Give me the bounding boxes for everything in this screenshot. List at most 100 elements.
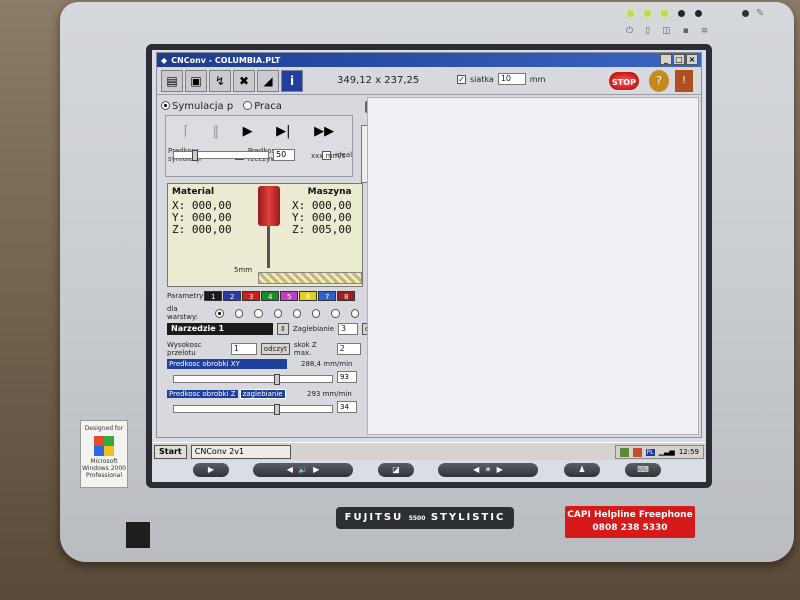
window-title: CNConv - COLUMBIA.PLT <box>171 55 281 65</box>
height-label: Wysokosc przelotu <box>167 341 202 357</box>
height-input[interactable]: 1 <box>230 343 257 355</box>
z-speed-thumb[interactable] <box>274 404 280 415</box>
stop-button[interactable]: STOP <box>607 70 641 92</box>
speed-value-input[interactable]: 50 <box>273 149 295 161</box>
step-icon[interactable]: ▶| <box>276 124 290 139</box>
grid-checkbox[interactable]: ✓ <box>457 74 466 84</box>
xy-speed-thumb[interactable] <box>274 374 280 385</box>
xy-speed-slider[interactable] <box>173 374 333 385</box>
layer-radio-4[interactable] <box>273 308 282 318</box>
language-indicator[interactable]: PL <box>645 448 655 456</box>
parameter-layer-8[interactable]: 8 <box>337 291 356 301</box>
badge-line4: Professional <box>85 472 123 479</box>
plunge-label: Zaglebianie <box>292 325 335 333</box>
start-label: Start <box>159 446 182 456</box>
xy-speed-input[interactable]: 93 <box>337 371 357 383</box>
machine-z: Z: 005,00 <box>292 223 352 236</box>
play-icon[interactable]: ▶ <box>243 124 253 139</box>
machine-readout: Maszyna X: 000,00 Y: 000,00 Z: 005,00 <box>292 186 352 236</box>
pen-slot <box>126 522 150 548</box>
rewind-icon[interactable]: ⌈ <box>184 124 189 139</box>
cnconv-window: ◆ CNConv - COLUMBIA.PLT _ □ × ▤ ▣ ↯ ✖ ◢ … <box>156 52 702 438</box>
zstep-input[interactable]: 2 <box>336 343 361 355</box>
tool-select[interactable]: Narzedzie 1 <box>167 323 273 335</box>
window-titlebar[interactable]: ◆ CNConv - COLUMBIA.PLT _ □ × <box>157 53 701 67</box>
minimize-button[interactable]: _ <box>660 54 672 65</box>
z-speed-input[interactable]: 34 <box>337 401 357 413</box>
layer-radio-6[interactable] <box>312 308 321 318</box>
parameter-layer-3[interactable]: 3 <box>242 291 261 301</box>
tool-spin-button[interactable]: ⇕ <box>277 323 289 335</box>
fast-forward-icon[interactable]: ▶▶ <box>314 124 334 139</box>
hw-button-brightness[interactable]: ◀ ☀ ▶ <box>438 463 538 477</box>
speed-slider[interactable] <box>173 150 269 161</box>
xy-speed-rate: 288,4 mm/min <box>301 360 353 368</box>
parameter-layer-4[interactable]: 4 <box>261 291 280 301</box>
material-label: Material <box>172 187 215 197</box>
layer-radio-7[interactable] <box>331 308 340 318</box>
ruler-icon[interactable]: ◢ <box>257 69 279 92</box>
layer-radio-3[interactable] <box>254 308 263 318</box>
parameter-layer-5[interactable]: 5 <box>280 291 299 301</box>
mode-work[interactable]: Praca <box>243 101 282 112</box>
helpline-title: CAPI Helpline Freephone <box>567 510 693 520</box>
read-button[interactable]: odczyt <box>260 343 290 355</box>
hw-button-display[interactable]: ◪ <box>378 463 414 477</box>
network-icon[interactable] <box>619 447 629 457</box>
helpline-number: 0808 238 5330 <box>592 523 668 533</box>
hw-button-volume[interactable]: ◀ 🔉 ▶ <box>253 463 353 477</box>
parameter-layer-2[interactable]: 2 <box>223 291 242 301</box>
mode-simulation[interactable]: Symulacja p <box>161 101 233 112</box>
z-plunge-label: zaglebianie <box>239 389 286 399</box>
z-speed-rate: 293 mm/min <box>307 390 352 398</box>
power-icon: ⏻ <box>626 26 634 36</box>
led-icons: ⏻ ▯ ◫ ▪ ≡ <box>626 26 708 36</box>
close-button[interactable]: × <box>686 54 698 65</box>
exit-button[interactable]: ! <box>675 70 693 92</box>
sensor-icon <box>742 10 749 17</box>
badge-line3: Windows 2000 <box>82 465 126 472</box>
mode-selector: Symulacja p Praca <box>161 99 361 113</box>
maximize-button[interactable]: □ <box>673 54 685 65</box>
layer-radio-8[interactable] <box>350 308 359 318</box>
app-icon: ◆ <box>161 55 168 65</box>
start-button[interactable]: Start <box>154 444 187 459</box>
led-wireless <box>695 10 702 17</box>
workpiece <box>258 272 362 284</box>
tool-tray-icon[interactable] <box>632 447 642 457</box>
parameter-layer-1[interactable]: 1 <box>204 291 223 301</box>
hw-button-user[interactable]: ♟ <box>564 463 600 477</box>
cursor-coords: 349,12 x 237,25 <box>337 75 420 86</box>
save-icon[interactable]: ▣ <box>185 69 207 92</box>
pause-icon[interactable]: ‖ <box>212 124 219 139</box>
radio-simulation[interactable] <box>161 101 170 110</box>
z-speed-slider[interactable] <box>173 404 333 415</box>
layer-radio-1[interactable] <box>215 308 225 318</box>
taskbar: Start CNConv 2v1 PL ▁▃▅ 12:59 <box>152 442 706 460</box>
radio-work[interactable] <box>243 101 253 110</box>
screen: ◆ CNConv - COLUMBIA.PLT _ □ × ▤ ▣ ↯ ✖ ◢ … <box>152 50 706 482</box>
antenna-icon: ≡ <box>700 26 709 36</box>
taskbar-item-cnconv[interactable]: CNConv 2v1 <box>190 444 291 459</box>
windows-badge: Designed for Microsoft Windows 2000 Prof… <box>80 420 128 488</box>
plunge-input[interactable]: 3 <box>338 323 359 335</box>
path-icon[interactable]: ↯ <box>209 69 231 92</box>
zstep-label: skok Z max. <box>293 341 317 357</box>
layer-radio-2[interactable] <box>235 308 244 318</box>
drawing-canvas[interactable] <box>367 97 699 435</box>
hw-button-keyboard[interactable]: ⌨ <box>625 463 661 477</box>
open-file-icon[interactable]: ▤ <box>161 69 183 92</box>
z-speed-label: Predkosc obrobki Z <box>167 390 238 398</box>
layer-radio-5[interactable] <box>292 308 302 318</box>
layers-row: dla warstwy: <box>167 305 361 321</box>
playback-box: ⌈ ‖ ▶ ▶| ▶▶ Predkosc symulacji ✓ Predkos… <box>165 115 353 177</box>
help-button[interactable]: ? <box>649 70 669 92</box>
parameter-layer-6[interactable]: 6 <box>299 291 318 301</box>
speed-slider-thumb[interactable] <box>192 150 198 161</box>
hw-button-menu[interactable]: ▶ <box>193 463 229 477</box>
grid-size-input[interactable]: 10 <box>497 73 526 85</box>
info-icon[interactable]: i <box>281 69 303 92</box>
parameter-layer-7[interactable]: 7 <box>318 291 337 301</box>
tool-visualisation: Material X: 000,00 Y: 000,00 Z: 000,00 M… <box>167 183 363 287</box>
tools-icon[interactable]: ✖ <box>233 69 255 92</box>
